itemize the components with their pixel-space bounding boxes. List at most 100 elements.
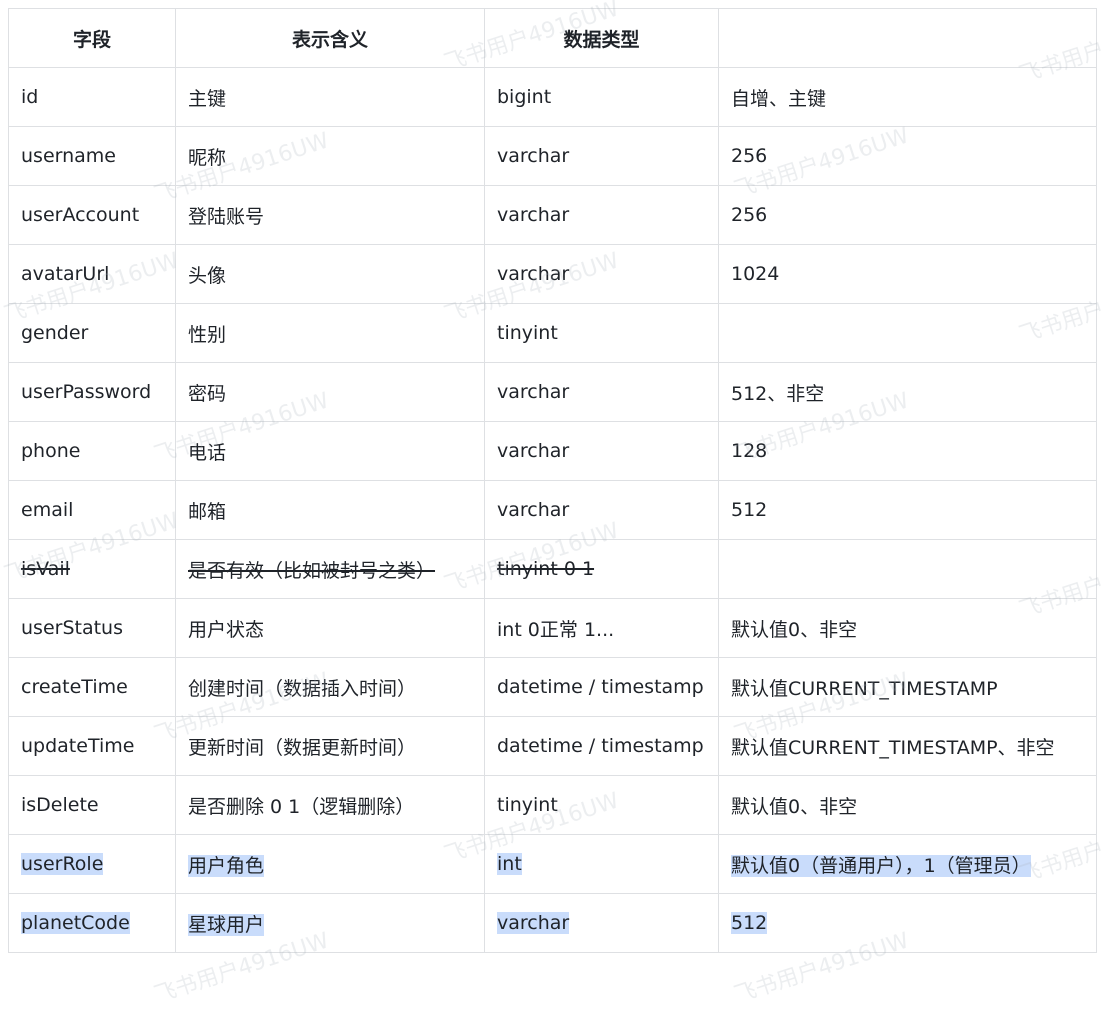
header-extra[interactable] [718, 8, 1097, 68]
cell-field[interactable]: isVail [8, 539, 176, 599]
cell-data-type[interactable]: varchar [484, 244, 719, 304]
cell-meaning[interactable]: 用户状态 [175, 598, 485, 658]
cell-field[interactable]: id [8, 67, 176, 127]
cell-data-type[interactable]: int [484, 834, 719, 894]
cell-text: varchar [497, 912, 570, 934]
cell-text: 默认值0、非空 [731, 795, 858, 818]
cell-extra[interactable]: 512 [718, 480, 1097, 540]
cell-meaning[interactable]: 密码 [175, 362, 485, 422]
table-row: isVail 是否有效（比如被封号之类） tinyint 0 1 [8, 539, 1097, 599]
cell-data-type[interactable]: varchar [484, 480, 719, 540]
header-field[interactable]: 字段 [8, 8, 176, 68]
cell-text: userStatus [21, 617, 123, 639]
cell-text: 默认值CURRENT_TIMESTAMP [731, 677, 998, 700]
cell-text: tinyint [497, 794, 558, 816]
cell-text: updateTime [21, 735, 135, 757]
cell-field[interactable]: userAccount [8, 185, 176, 245]
cell-meaning[interactable]: 星球用户 [175, 893, 485, 953]
cell-data-type[interactable]: datetime / timestamp [484, 657, 719, 717]
cell-meaning[interactable]: 更新时间（数据更新时间） [175, 716, 485, 776]
cell-extra[interactable]: 256 [718, 185, 1097, 245]
cell-data-type[interactable]: tinyint [484, 775, 719, 835]
table-row: email 邮箱 varchar 512 [8, 480, 1097, 540]
cell-data-type[interactable]: varchar [484, 893, 719, 953]
cell-extra[interactable]: 默认值0、非空 [718, 775, 1097, 835]
cell-field[interactable]: createTime [8, 657, 176, 717]
cell-data-type[interactable]: datetime / timestamp [484, 716, 719, 776]
cell-data-type[interactable]: varchar [484, 362, 719, 422]
cell-text: 创建时间（数据插入时间） [188, 677, 417, 700]
cell-text: varchar [497, 499, 570, 521]
cell-text: 用户角色 [188, 854, 265, 877]
cell-meaning[interactable]: 是否删除 0 1（逻辑删除） [175, 775, 485, 835]
cell-field[interactable]: userRole [8, 834, 176, 894]
table-row: userAccount 登陆账号 varchar 256 [8, 185, 1097, 245]
cell-text: 主键 [188, 87, 227, 110]
cell-extra[interactable]: 128 [718, 421, 1097, 481]
cell-extra[interactable]: 自增、主键 [718, 67, 1097, 127]
header-meaning[interactable]: 表示含义 [175, 8, 485, 68]
cell-extra[interactable]: 512 [718, 893, 1097, 953]
cell-extra[interactable]: 256 [718, 126, 1097, 186]
cell-field[interactable]: userPassword [8, 362, 176, 422]
cell-field[interactable]: username [8, 126, 176, 186]
cell-field[interactable]: updateTime [8, 716, 176, 776]
cell-meaning[interactable]: 创建时间（数据插入时间） [175, 657, 485, 717]
cell-text: phone [21, 440, 81, 462]
cell-extra[interactable]: 默认值0、非空 [718, 598, 1097, 658]
cell-text: 128 [731, 440, 768, 462]
cell-meaning[interactable]: 性别 [175, 303, 485, 363]
cell-extra[interactable]: 默认值CURRENT_TIMESTAMP、非空 [718, 716, 1097, 776]
cell-data-type[interactable]: bigint [484, 67, 719, 127]
cell-meaning[interactable]: 是否有效（比如被封号之类） [175, 539, 485, 599]
cell-data-type[interactable]: varchar [484, 185, 719, 245]
cell-field[interactable]: email [8, 480, 176, 540]
cell-text: gender [21, 322, 89, 344]
cell-extra[interactable]: 512、非空 [718, 362, 1097, 422]
field-table-container: 字段 表示含义 数据类型 id 主键 bigint 自增、主键 username 昵称 va… [8, 8, 1097, 953]
cell-data-type[interactable]: tinyint [484, 303, 719, 363]
cell-meaning[interactable]: 登陆账号 [175, 185, 485, 245]
cell-text: 邮箱 [188, 500, 227, 523]
cell-text: 更新时间（数据更新时间） [188, 736, 417, 759]
cell-text: planetCode [21, 912, 130, 934]
header-data-type[interactable]: 数据类型 [484, 8, 719, 68]
cell-extra[interactable]: 1024 [718, 244, 1097, 304]
cell-meaning[interactable]: 用户角色 [175, 834, 485, 894]
cell-meaning[interactable]: 电话 [175, 421, 485, 481]
cell-text: isVail [21, 558, 70, 580]
cell-text: 是否删除 0 1（逻辑删除） [188, 795, 415, 818]
cell-field[interactable]: avatarUrl [8, 244, 176, 304]
cell-field[interactable]: phone [8, 421, 176, 481]
cell-meaning[interactable]: 头像 [175, 244, 485, 304]
cell-extra[interactable]: 默认值CURRENT_TIMESTAMP [718, 657, 1097, 717]
table-body: id 主键 bigint 自增、主键 username 昵称 varchar 256 userA… [8, 67, 1097, 953]
table-row: createTime 创建时间（数据插入时间） datetime / timesta… [8, 657, 1097, 717]
table-row: userStatus 用户状态 int 0正常 1... 默认值0、非空 [8, 598, 1097, 658]
cell-text: 密码 [188, 382, 227, 405]
cell-meaning[interactable]: 主键 [175, 67, 485, 127]
cell-meaning[interactable]: 昵称 [175, 126, 485, 186]
cell-text: 星球用户 [188, 913, 265, 936]
cell-extra[interactable]: 默认值0（普通用户），1（管理员） [718, 834, 1097, 894]
cell-text: 256 [731, 204, 768, 226]
cell-data-type[interactable]: int 0正常 1... [484, 598, 719, 658]
cell-field[interactable]: gender [8, 303, 176, 363]
cell-data-type[interactable]: varchar [484, 126, 719, 186]
table-row: phone 电话 varchar 128 [8, 421, 1097, 481]
cell-text: userAccount [21, 204, 140, 226]
cell-text: 是否有效（比如被封号之类） [188, 559, 436, 582]
cell-field[interactable]: isDelete [8, 775, 176, 835]
cell-data-type[interactable]: varchar [484, 421, 719, 481]
cell-text: int 0正常 1... [497, 618, 615, 641]
table-row: gender 性别 tinyint [8, 303, 1097, 363]
cell-meaning[interactable]: 邮箱 [175, 480, 485, 540]
cell-extra[interactable] [718, 539, 1097, 599]
cell-field[interactable]: planetCode [8, 893, 176, 953]
cell-field[interactable]: userStatus [8, 598, 176, 658]
cell-text: 昵称 [188, 146, 227, 169]
cell-data-type[interactable]: tinyint 0 1 [484, 539, 719, 599]
field-table: 字段 表示含义 数据类型 id 主键 bigint 自增、主键 username 昵称 va… [8, 8, 1097, 953]
cell-extra[interactable] [718, 303, 1097, 363]
cell-text: int [497, 853, 522, 875]
